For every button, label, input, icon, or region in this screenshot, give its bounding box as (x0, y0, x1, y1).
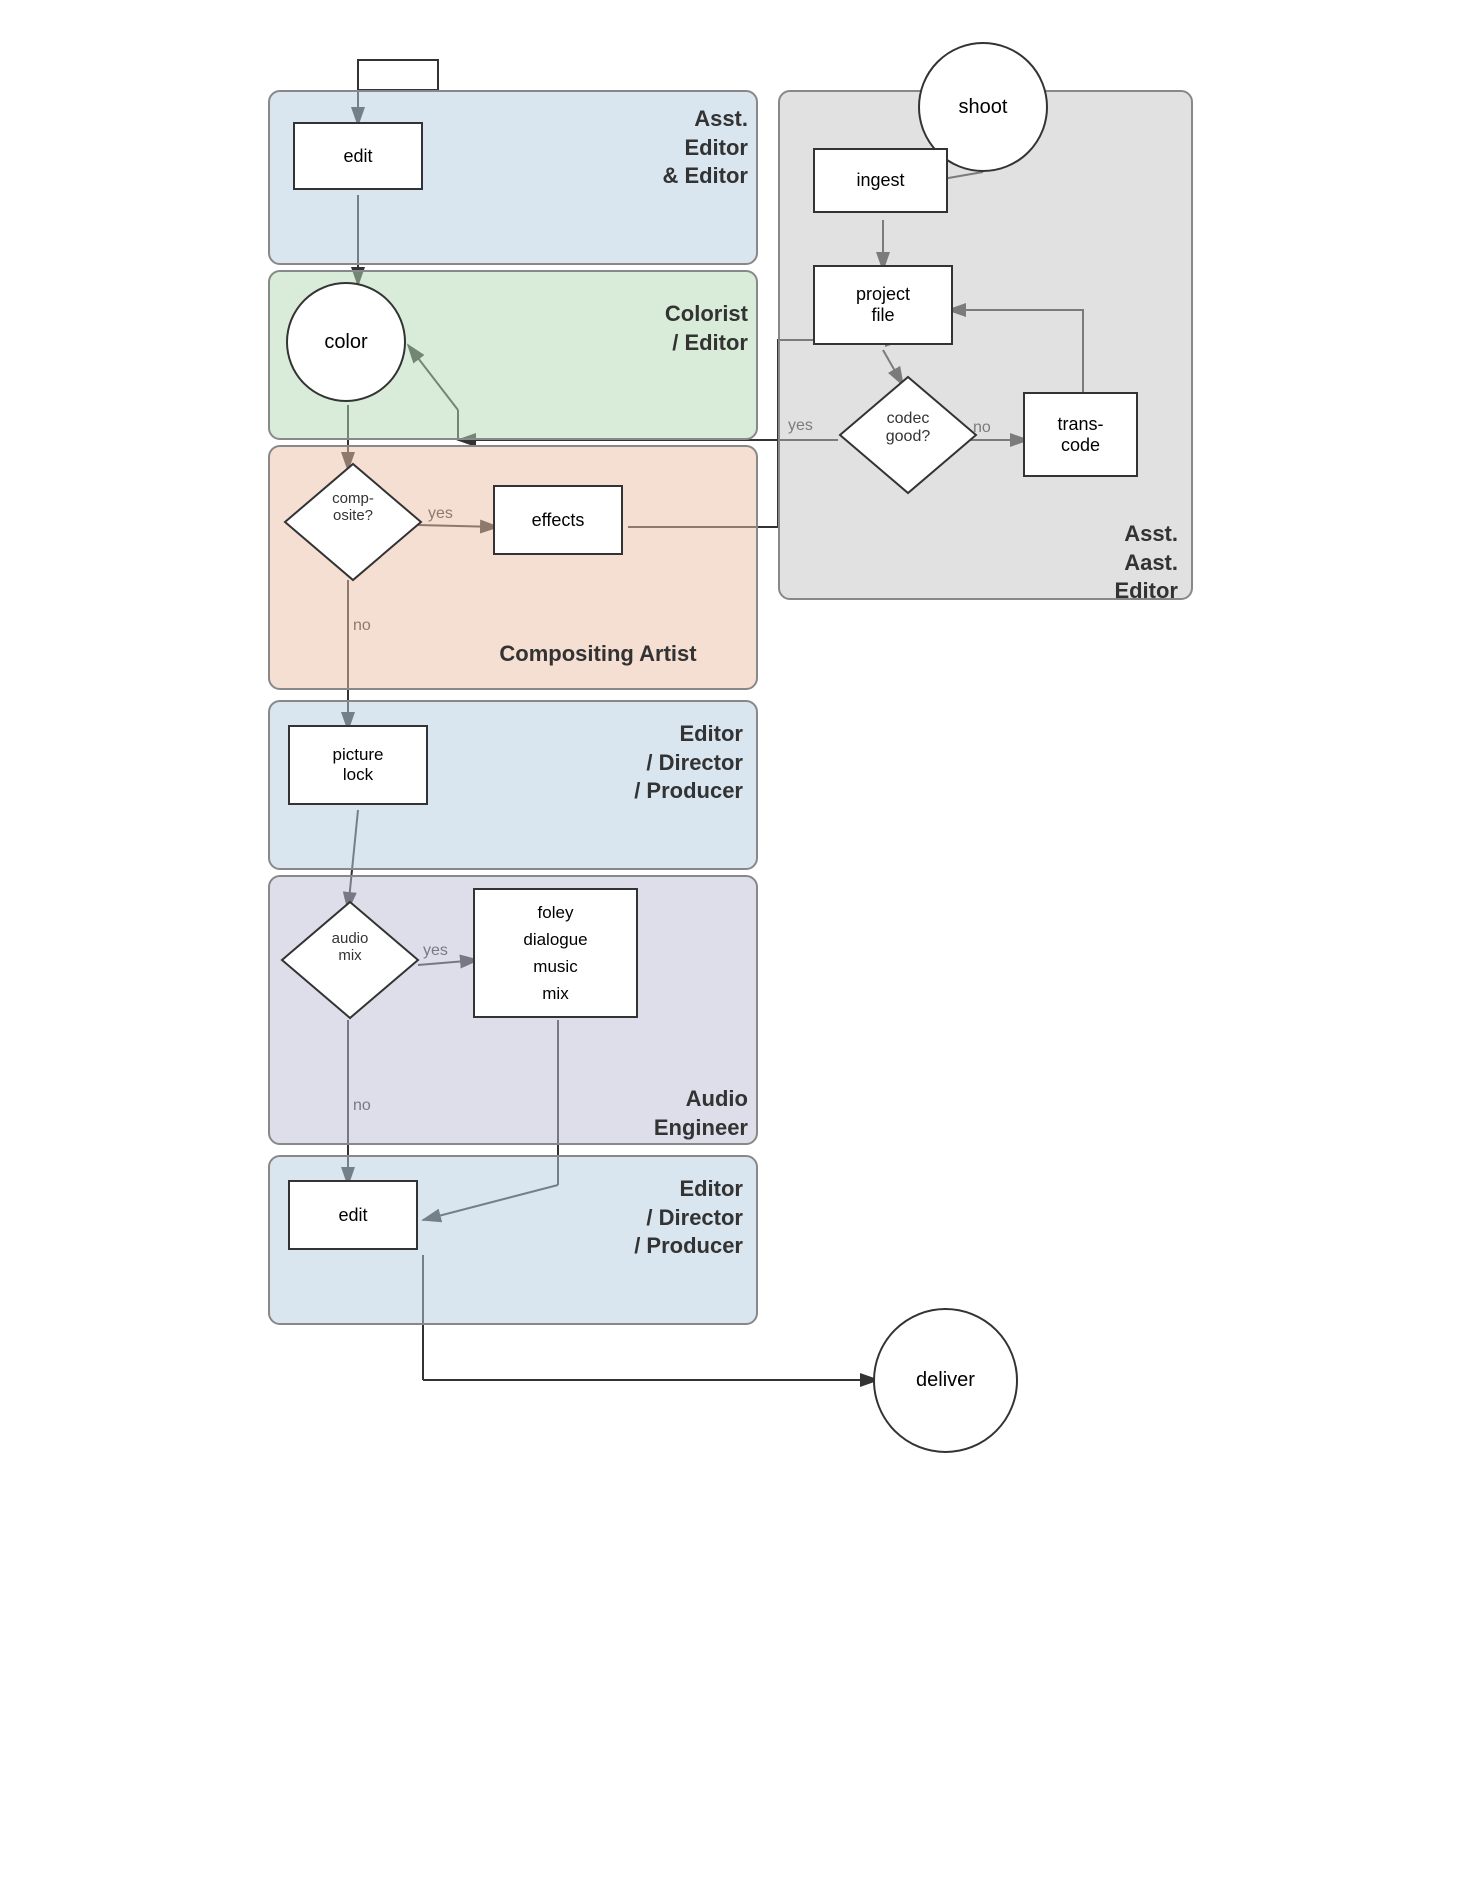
region-editor-director-2-label: Editor/ Director/ Producer (478, 1175, 743, 1261)
region-colorist-label: Colorist/ Editor (548, 300, 748, 357)
ingest-node: ingest (813, 148, 948, 213)
foley-node: foleydialoguemusicmix (473, 888, 638, 1018)
picture-lock-node: picturelock (288, 725, 428, 805)
codec-good-node: codecgood? (838, 375, 978, 495)
region-asst-aast-editor-label: Asst.Aast.Editor (978, 520, 1178, 606)
transcode-node: trans-code (1023, 392, 1138, 477)
edit1-node: edit (293, 122, 423, 190)
region-compositing-label: Compositing Artist (448, 640, 748, 669)
audio-mix-node: audiomix (280, 900, 420, 1020)
region-audio-engineer-label: AudioEngineer (578, 1085, 748, 1142)
color-node: color (286, 282, 406, 402)
region-editor-director-1-label: Editor/ Director/ Producer (478, 720, 743, 806)
effects-node: effects (493, 485, 623, 555)
region-asst-editor-label: Asst.Editor& Editor (558, 105, 748, 191)
project-file-node: projectfile (813, 265, 953, 345)
deliver-node: deliver (873, 1308, 1018, 1453)
diagram-container: yes no yes no yes no (258, 30, 1208, 1860)
composite-node: comp-osite? (283, 462, 423, 582)
edit2-node: edit (288, 1180, 418, 1250)
